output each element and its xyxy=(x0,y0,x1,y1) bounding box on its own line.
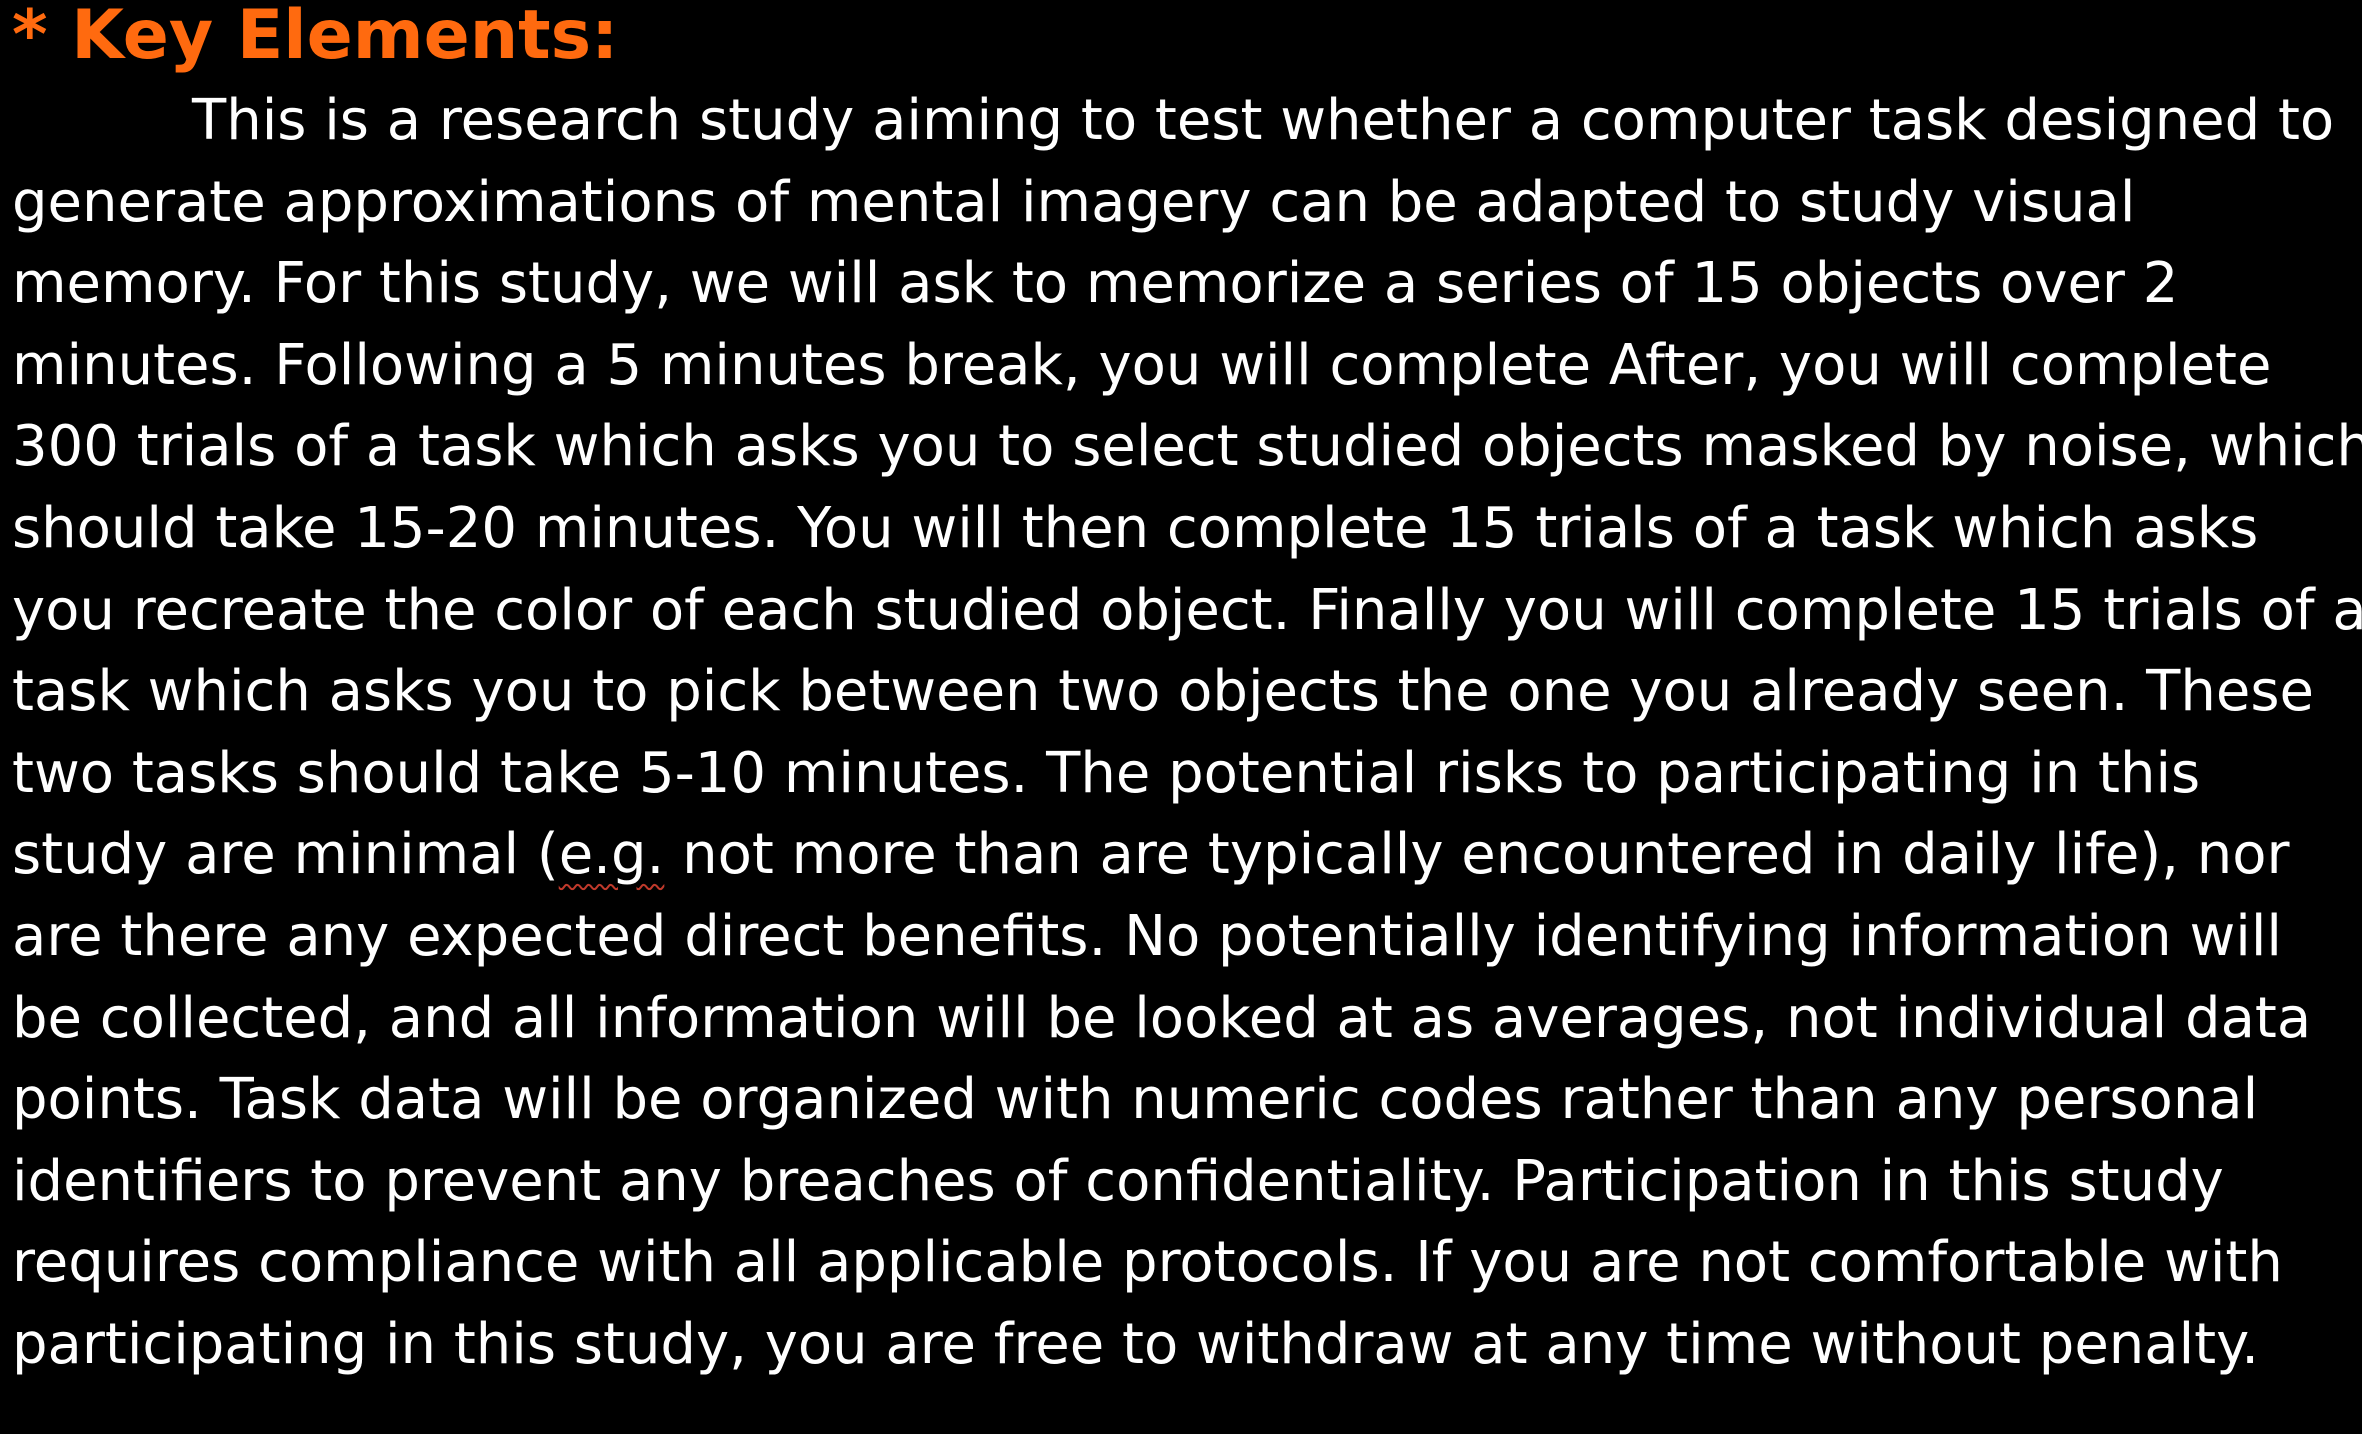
paragraph-line: identifiers to prevent any breaches of c… xyxy=(12,1148,2224,1214)
paragraph-line: two tasks should take 5-10 minutes. The … xyxy=(12,740,2201,806)
paragraph-line: memory. For this study, we will ask to m… xyxy=(12,251,2179,317)
paragraph-line: you recreate the color of each studied o… xyxy=(12,577,2362,643)
paragraph-line: This is a research study aiming to test … xyxy=(12,80,2350,162)
paragraph-line: minutes. Following a 5 minutes break, yo… xyxy=(12,332,2272,398)
line-text: This is a research study aiming to test … xyxy=(192,88,2335,153)
paragraph-line: requires compliance with all applicable … xyxy=(12,1230,2283,1296)
paragraph-line: 300 trials of a task which asks you to s… xyxy=(12,414,2362,480)
document-page: * Key Elements: This is a research study… xyxy=(0,0,2362,1434)
section-heading: * Key Elements: xyxy=(12,0,619,75)
paragraph-line: participating in this study, you are fre… xyxy=(12,1311,2260,1377)
paragraph-line: are there any expected direct benefits. … xyxy=(12,903,2282,969)
paragraph-line: points. Task data will be organized with… xyxy=(12,1067,2259,1133)
paragraph-line: task which asks you to pick between two … xyxy=(12,659,2314,725)
line-text-after: not more than are typically encountered … xyxy=(664,822,2290,888)
spellcheck-flagged-word[interactable]: e.g. xyxy=(559,822,665,887)
paragraph-line: study are minimal (e.g. not more than ar… xyxy=(12,814,2350,896)
paragraph-line: should take 15-20 minutes. You will then… xyxy=(12,495,2259,561)
paragraph-line: be collected, and all information will b… xyxy=(12,985,2312,1051)
paragraph-line: generate approximations of mental imager… xyxy=(12,169,2136,235)
consent-paragraph: This is a research study aiming to test … xyxy=(12,72,2362,1386)
line-text-before: study are minimal ( xyxy=(12,822,559,888)
